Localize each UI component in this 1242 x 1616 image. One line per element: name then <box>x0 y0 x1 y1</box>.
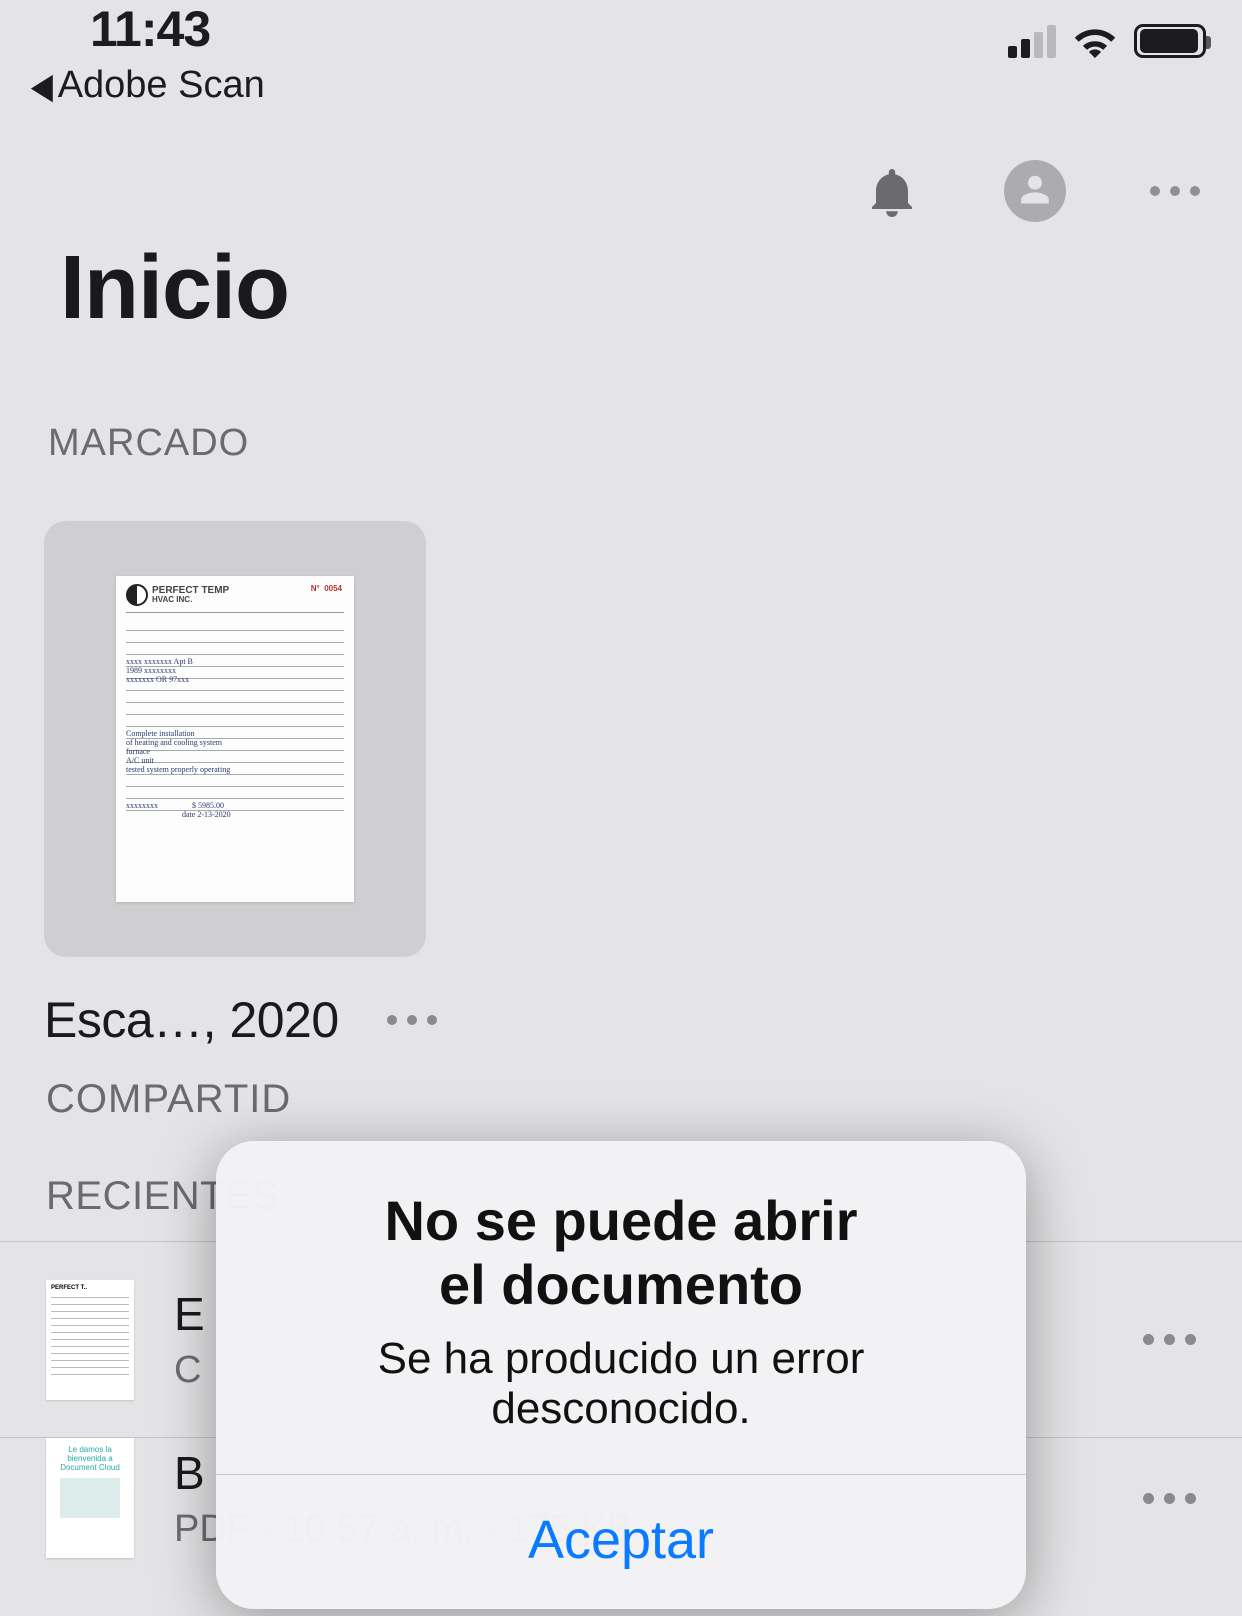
marked-document-card[interactable]: N° 0054 PERFECT TEMP HVAC INC. xxxx xxxx… <box>44 521 426 957</box>
page-title: Inicio <box>0 107 1242 340</box>
marked-more-button[interactable] <box>387 1015 437 1025</box>
document-thumbnail: PERFECT T.. <box>46 1280 134 1400</box>
battery-icon <box>1134 24 1206 58</box>
status-bar: 11:43 <box>0 0 1242 60</box>
account-button[interactable] <box>1004 160 1066 222</box>
marked-caption: Esca…, 2020 <box>44 991 339 1049</box>
person-icon <box>1018 173 1052 209</box>
dialog-title: No se puede abrirel documento <box>252 1189 990 1318</box>
section-shared-label: COMPARTID <box>0 1049 1242 1122</box>
marked-caption-row: Esca…, 2020 <box>0 957 1242 1049</box>
back-to-app[interactable]: ◀ Adobe Scan <box>0 60 1242 107</box>
document-thumbnail: Le damos labienvenida aDocument Cloud <box>46 1438 134 1558</box>
header-actions <box>864 160 1200 222</box>
section-marked-label: MARCADO <box>0 340 1242 465</box>
more-button[interactable] <box>1150 186 1200 196</box>
notifications-button[interactable] <box>864 163 920 219</box>
dialog-message: Se ha producido un error desconocido. <box>252 1318 990 1434</box>
error-dialog: No se puede abrirel documento Se ha prod… <box>216 1141 1026 1609</box>
bell-icon <box>868 165 916 217</box>
accept-button[interactable]: Aceptar <box>216 1475 1026 1609</box>
list-item-more-button[interactable] <box>1143 1493 1196 1504</box>
status-time: 11:43 <box>90 0 210 58</box>
wifi-icon <box>1072 24 1118 58</box>
status-right <box>1008 0 1206 58</box>
cellular-icon <box>1008 24 1056 58</box>
document-thumbnail: N° 0054 PERFECT TEMP HVAC INC. xxxx xxxx… <box>116 576 354 902</box>
back-app-label: Adobe Scan <box>58 64 265 107</box>
list-item-more-button[interactable] <box>1143 1334 1196 1345</box>
back-caret-icon: ◀ <box>31 65 53 107</box>
